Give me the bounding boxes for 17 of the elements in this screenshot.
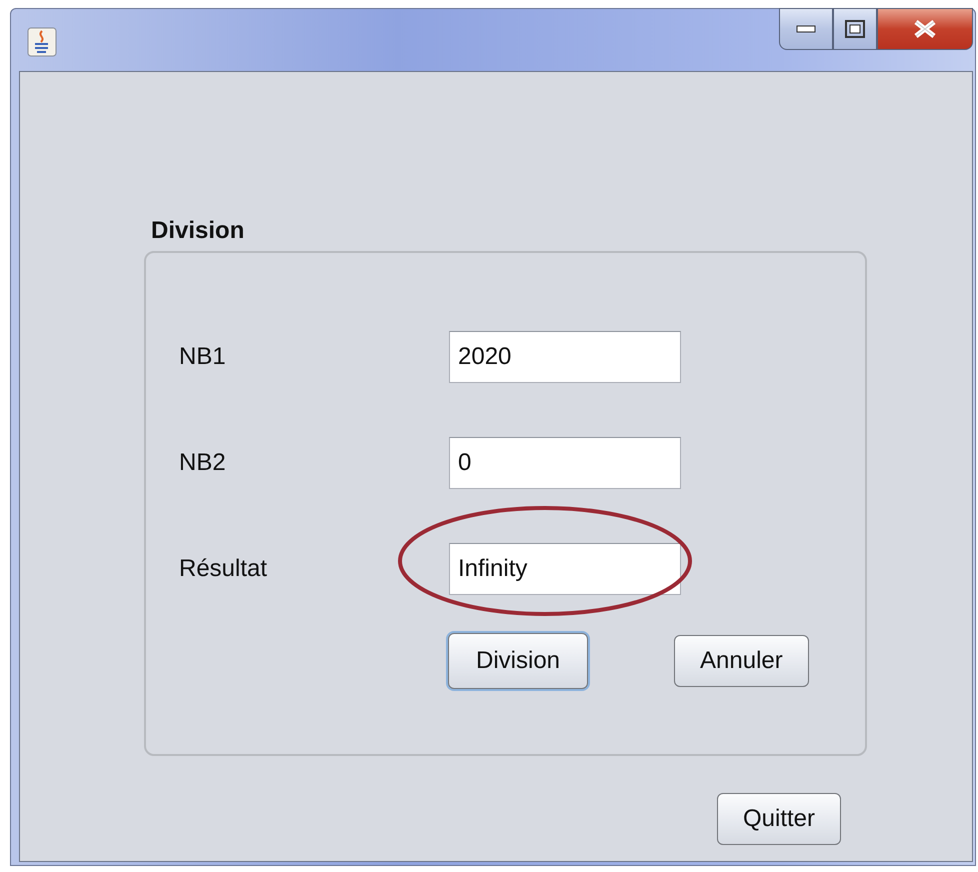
field-label: Résultat (179, 555, 268, 583)
text-field[interactable]: 0 (449, 437, 681, 489)
minimize-icon (796, 25, 816, 33)
maximize-icon (845, 20, 865, 38)
action-button[interactable]: Annuler (674, 635, 809, 687)
group-title: Division (151, 217, 244, 246)
field-label: NB2 (179, 449, 227, 477)
minimize-button[interactable] (779, 8, 833, 50)
action-button[interactable]: Division (448, 633, 588, 689)
text-field[interactable]: 2020 (449, 331, 681, 383)
maximize-button[interactable] (833, 8, 877, 50)
cup-icon (27, 27, 57, 57)
close-button[interactable] (877, 8, 973, 50)
quit-button[interactable]: Quitter (716, 793, 841, 845)
field-label: NB1 (179, 343, 227, 371)
close-icon (913, 20, 937, 38)
text-field[interactable]: Infinity (449, 543, 681, 595)
